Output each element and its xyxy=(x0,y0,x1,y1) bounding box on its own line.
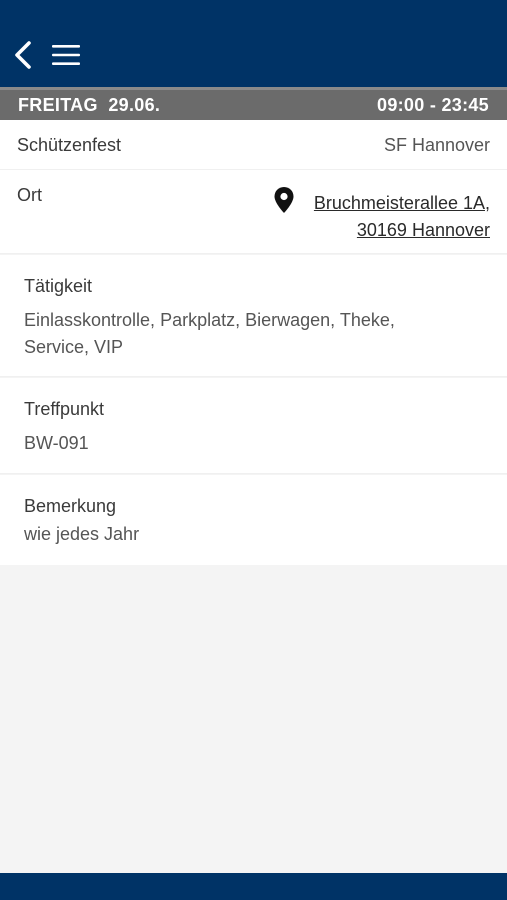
top-app-bar xyxy=(0,0,507,87)
remark-section: Bemerkung wie jedes Jahr xyxy=(0,475,507,565)
activity-title: Tätigkeit xyxy=(24,276,93,296)
meeting-point-title: Treffpunkt xyxy=(24,399,105,419)
event-date: FREITAG 29.06. xyxy=(18,95,161,115)
remark-title: Bemerkung xyxy=(24,496,117,516)
location-row: Ort Bruchmeisterallee 1A, 30169 Hannover xyxy=(0,170,507,254)
date-time-bar: FREITAG 29.06. 09:00 - 23:45 xyxy=(0,87,507,120)
event-time: 09:00 - 23:45 xyxy=(377,95,489,115)
event-organizer: SF Hannover xyxy=(383,135,490,155)
event-name: Schützenfest xyxy=(17,135,122,155)
event-row: Schützenfest SF Hannover xyxy=(0,120,507,170)
map-pin-icon[interactable] xyxy=(273,186,295,214)
location-label: Ort xyxy=(17,185,42,205)
activity-section: Tätigkeit Einlasskontrolle, Parkplatz, B… xyxy=(0,255,507,377)
chevron-left-icon xyxy=(13,40,33,75)
back-button[interactable] xyxy=(10,40,36,74)
meeting-point-section: Treffpunkt BW-091 xyxy=(0,378,507,474)
remark-text: wie jedes Jahr xyxy=(24,524,140,544)
menu-button[interactable] xyxy=(50,43,82,71)
meeting-point-text: BW-091 xyxy=(24,433,89,453)
hamburger-menu-icon xyxy=(51,43,81,72)
address-line-2: 30169 Hannover xyxy=(356,220,490,240)
activity-text: Einlasskontrolle, Parkplatz, Bierwagen, … xyxy=(24,310,395,357)
bottom-bar xyxy=(0,873,507,900)
address-line-1: Bruchmeisterallee 1A, xyxy=(313,193,490,213)
address-link[interactable]: Bruchmeisterallee 1A, 30169 Hannover xyxy=(314,190,490,244)
